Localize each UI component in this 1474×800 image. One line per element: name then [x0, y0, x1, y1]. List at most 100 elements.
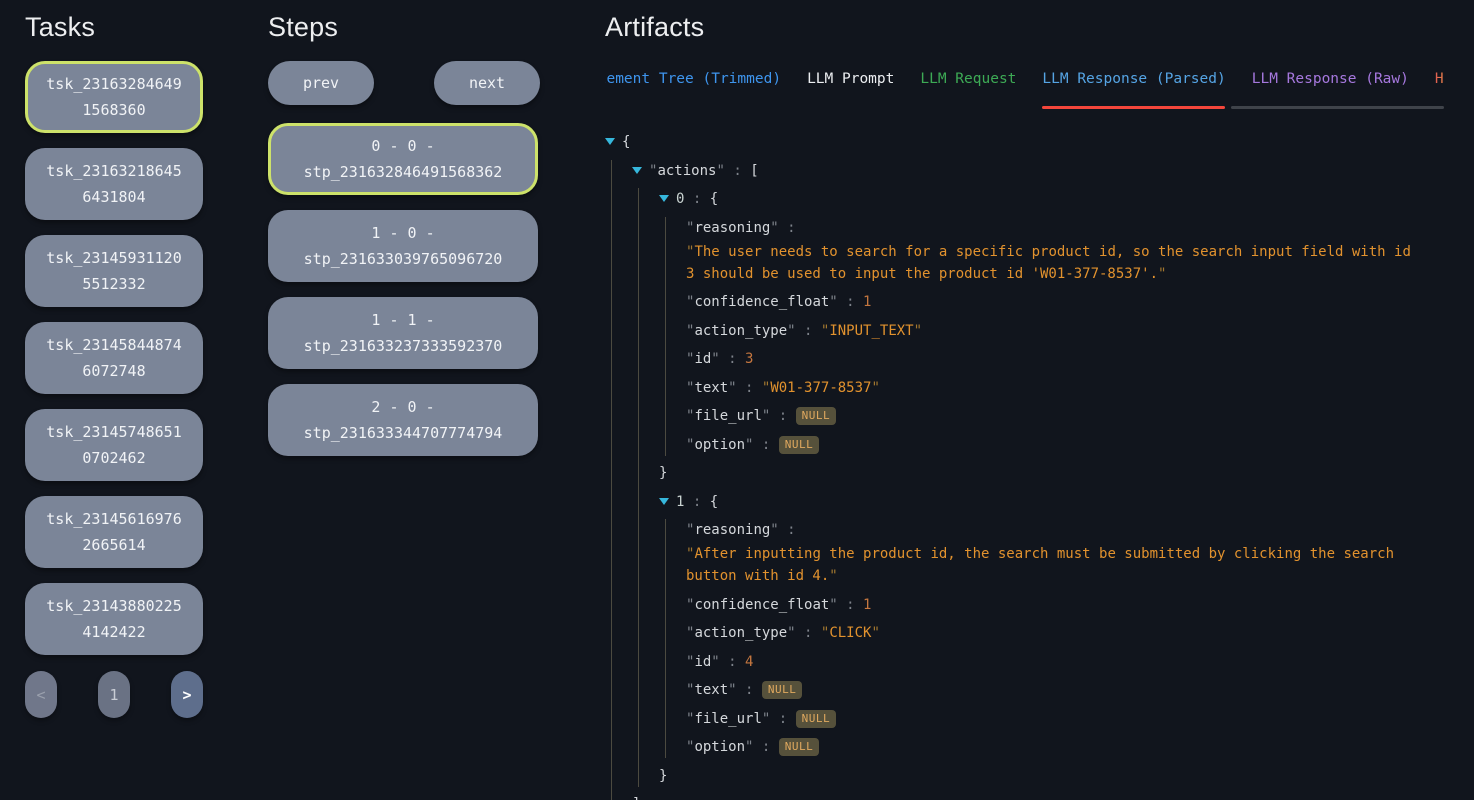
task-button[interactable]: tsk_231456169762665614 [25, 496, 203, 568]
task-list: tsk_231632846491568360 tsk_23163218645643… [25, 61, 203, 655]
steps-title: Steps [268, 12, 540, 43]
json-actions-open: "actions" : [ [632, 160, 1444, 182]
tasks-panel: Tasks tsk_231632846491568360tsk_23163218… [25, 12, 203, 718]
json-open-brace: { [710, 191, 718, 207]
json-key-row: "confidence_float" : 1 [686, 594, 1444, 616]
json-key: option [694, 437, 745, 453]
json-key: action_type [694, 625, 787, 641]
step-button[interactable]: 1 - 0 - stp_231633039765096720 [268, 210, 538, 282]
json-colon: : [737, 682, 762, 698]
json-quote: " [728, 682, 736, 698]
json-colon: : [684, 191, 709, 207]
step-nav: prev next [268, 61, 540, 105]
json-open-brace: { [622, 134, 630, 150]
json-action-open: 0 : { [659, 188, 1444, 210]
tab-html-raw-[interactable]: Html (Raw) [1435, 71, 1444, 97]
collapse-arrow-icon[interactable] [605, 138, 615, 145]
task-button[interactable]: tsk_231632186456431804 [25, 148, 203, 220]
json-quote: " [1158, 266, 1166, 282]
json-key-row: "id" : 3 [686, 348, 1444, 370]
tab-element-tree-trimmed-[interactable]: Element Tree (Trimmed) [605, 71, 781, 97]
json-string-value: CLICK [829, 625, 871, 641]
tab-llm-response-parsed-[interactable]: LLM Response (Parsed) [1042, 71, 1225, 97]
json-quote: " [711, 351, 719, 367]
json-close-brace: } [659, 465, 667, 481]
json-number-value: 3 [745, 351, 753, 367]
json-key: id [694, 351, 711, 367]
json-key-row: "text" : NULL [686, 679, 1444, 701]
json-null-badge: NULL [796, 407, 837, 425]
json-key: id [694, 654, 711, 670]
json-key: file_url [694, 408, 761, 424]
tab-llm-request[interactable]: LLM Request [920, 71, 1016, 97]
tab-llm-prompt[interactable]: LLM Prompt [807, 71, 894, 97]
json-key: text [694, 682, 728, 698]
collapse-arrow-icon[interactable] [659, 498, 669, 505]
json-root-open: { [605, 131, 1444, 153]
step-button[interactable]: 0 - 0 - stp_231632846491568362 [268, 123, 538, 195]
pagination-prev-button[interactable]: < [25, 671, 57, 718]
json-quote: " [787, 625, 795, 641]
json-null-badge: NULL [762, 681, 803, 699]
tab-underline-track [1231, 106, 1444, 109]
json-quote: " [829, 597, 837, 613]
task-button[interactable]: tsk_231459311205512332 [25, 235, 203, 307]
json-null-badge: NULL [779, 738, 820, 756]
json-colon: : [753, 739, 778, 755]
json-colon: : [779, 522, 796, 538]
task-button[interactable]: tsk_231457486510702462 [25, 409, 203, 481]
tab-llm-response-raw-[interactable]: LLM Response (Raw) [1252, 71, 1409, 97]
json-close-brace: } [659, 768, 667, 784]
json-number-value: 4 [745, 654, 753, 670]
json-null-badge: NULL [779, 436, 820, 454]
json-key: confidence_float [694, 294, 829, 310]
json-value-reasoning: "The user needs to search for a specific… [686, 241, 1416, 285]
json-colon: : [684, 494, 709, 510]
json-key-row: "id" : 4 [686, 651, 1444, 673]
next-step-button[interactable]: next [434, 61, 540, 105]
json-key: text [694, 380, 728, 396]
step-button[interactable]: 1 - 1 - stp_231633237333592370 [268, 297, 538, 369]
json-key-row: "text" : "W01-377-8537" [686, 377, 1444, 399]
json-colon: : [753, 437, 778, 453]
json-key: option [694, 739, 745, 755]
json-colon: : [770, 408, 795, 424]
json-colon: : [720, 351, 745, 367]
json-quote: " [829, 294, 837, 310]
json-number-value: 1 [863, 597, 871, 613]
json-children: "actions" : [0 : {"reasoning" : "The use… [611, 160, 1444, 800]
artifacts-panel: Artifacts Element Tree (Trimmed) LLM Prom… [605, 12, 1444, 800]
artifact-tabs: Element Tree (Trimmed) LLM Prompt LLM Requ… [605, 71, 1444, 109]
json-string-value: INPUT_TEXT [829, 323, 913, 339]
collapse-arrow-icon[interactable] [659, 195, 669, 202]
pagination-next-button[interactable]: > [171, 671, 203, 718]
json-key-row: "reasoning" : [686, 519, 1444, 541]
task-button[interactable]: tsk_231458448746072748 [25, 322, 203, 394]
json-quote: " [716, 163, 724, 179]
json-key: action_type [694, 323, 787, 339]
json-children: 0 : { "reasoning" : "The user needs to se… [638, 188, 1444, 787]
json-quote: " [871, 625, 879, 641]
json-key: actions [657, 163, 716, 179]
json-quote: " [871, 380, 879, 396]
json-key-row: "action_type" : "INPUT_TEXT" [686, 320, 1444, 342]
json-key-row: "file_url" : NULL [686, 405, 1444, 427]
pagination-page-button[interactable]: 1 [98, 671, 130, 718]
json-quote: " [914, 323, 922, 339]
json-quote: " [770, 522, 778, 538]
json-key-row: "file_url" : NULL [686, 708, 1444, 730]
json-string-value: W01-377-8537 [770, 380, 871, 396]
artifacts-title: Artifacts [605, 12, 1444, 43]
json-colon: : [720, 654, 745, 670]
json-children: "reasoning" : "The user needs to search … [665, 217, 1444, 456]
task-button[interactable]: tsk_231438802254142422 [25, 583, 203, 655]
json-open-bracket: [ [750, 163, 758, 179]
json-string-value: After inputting the product id, the sear… [686, 546, 1394, 584]
json-value-reasoning: "After inputting the product id, the sea… [686, 543, 1416, 587]
task-button[interactable]: tsk_231632846491568360 [25, 61, 203, 133]
json-quote: " [728, 380, 736, 396]
collapse-arrow-icon[interactable] [632, 167, 642, 174]
step-button[interactable]: 2 - 0 - stp_231633344707774794 [268, 384, 538, 456]
json-quote: " [829, 568, 837, 584]
prev-step-button[interactable]: prev [268, 61, 374, 105]
